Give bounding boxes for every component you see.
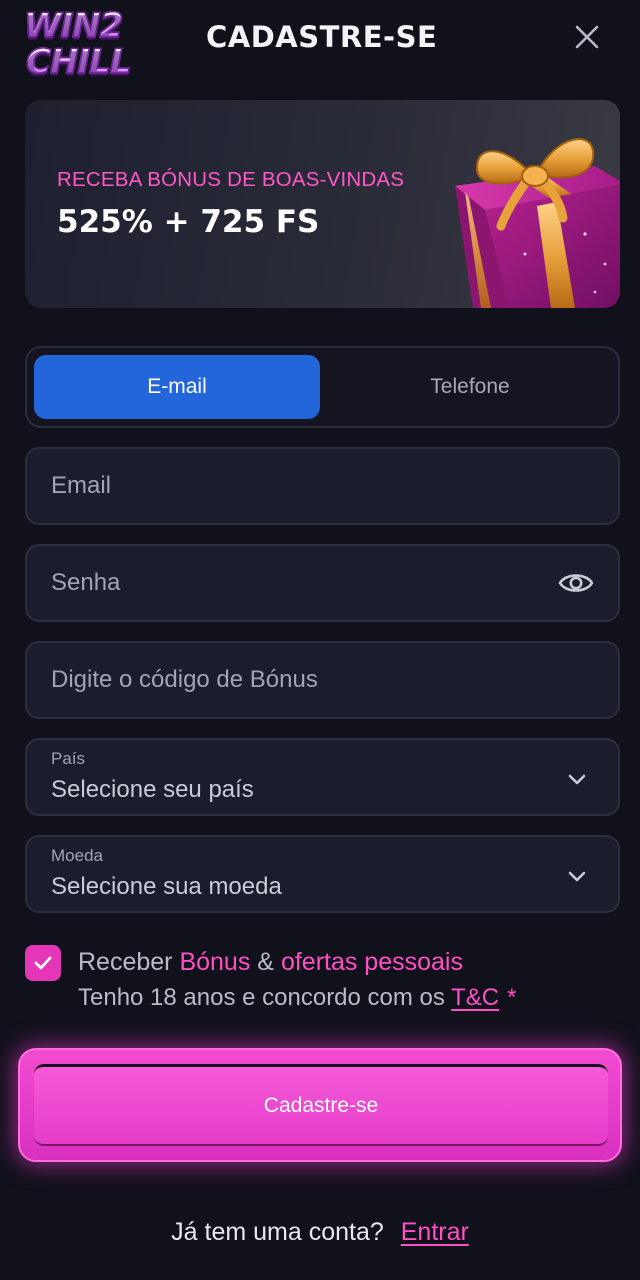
currency-value: Selecione sua moeda <box>51 873 282 900</box>
password-field-container <box>25 544 620 622</box>
country-value: Selecione seu país <box>51 776 254 803</box>
toggle-password-visibility-button[interactable] <box>558 567 594 599</box>
login-prompt: Já tem uma conta? Entrar <box>0 1218 640 1247</box>
logo-text-line2: CHILL <box>25 43 156 81</box>
consent-line-offers: Receber Bónus & ofertas pessoais <box>78 948 463 977</box>
eye-icon <box>558 574 594 592</box>
terms-link[interactable]: T&C <box>451 984 499 1011</box>
signup-method-tabs: E-mail Telefone <box>25 346 620 428</box>
header: WIN2 CHILL CADASTRE-SE <box>0 0 640 90</box>
bonus-code-field-container <box>25 641 620 719</box>
bonus-code-input[interactable] <box>27 643 618 717</box>
consent-receive-text: Receber <box>78 948 173 976</box>
country-select[interactable]: País Selecione seu país <box>25 738 620 816</box>
close-button[interactable] <box>570 20 604 54</box>
have-account-text: Já tem uma conta? <box>171 1218 384 1246</box>
currency-dropdown-toggle[interactable] <box>566 865 588 887</box>
close-icon <box>575 25 599 49</box>
currency-label: Moeda <box>51 846 103 865</box>
country-dropdown-toggle[interactable] <box>566 768 588 790</box>
checkmark-icon <box>34 956 52 970</box>
consent-age-text: Tenho 18 anos e concordo com os <box>78 984 445 1011</box>
currency-select[interactable]: Moeda Selecione sua moeda <box>25 835 620 913</box>
bonus-subtitle: RECEBA BÓNUS DE BOAS-VINDAS <box>57 168 405 191</box>
country-label: País <box>51 749 86 768</box>
signup-submit-button[interactable]: Cadastre-se <box>18 1048 622 1162</box>
login-link[interactable]: Entrar <box>401 1218 469 1246</box>
consent-line-terms: Tenho 18 anos e concordo com os T&C * <box>78 984 516 1012</box>
signup-submit-label: Cadastre-se <box>34 1064 608 1146</box>
chevron-down-icon <box>568 871 586 882</box>
personal-offers-link[interactable]: ofertas pessoais <box>281 948 463 976</box>
gift-box-icon <box>455 138 620 308</box>
chevron-down-icon <box>568 774 586 785</box>
email-field-container <box>25 447 620 525</box>
page-title: CADASTRE-SE <box>206 20 438 54</box>
required-asterisk: * <box>507 984 517 1011</box>
tab-email[interactable]: E-mail <box>34 355 320 419</box>
consent-ampersand: & <box>257 948 274 976</box>
bonus-amount: 525% + 725 FS <box>57 204 320 240</box>
bonus-link[interactable]: Bónus <box>179 948 250 976</box>
consent-checkbox[interactable] <box>25 945 61 981</box>
logo-text-line1: WIN2 <box>23 7 156 45</box>
password-input[interactable] <box>27 546 618 620</box>
tab-telefone[interactable]: Telefone <box>327 355 613 419</box>
welcome-bonus-banner: RECEBA BÓNUS DE BOAS-VINDAS 525% + 725 F… <box>25 100 620 308</box>
win2chill-logo[interactable]: WIN2 CHILL <box>23 7 156 86</box>
email-input[interactable] <box>27 449 618 523</box>
